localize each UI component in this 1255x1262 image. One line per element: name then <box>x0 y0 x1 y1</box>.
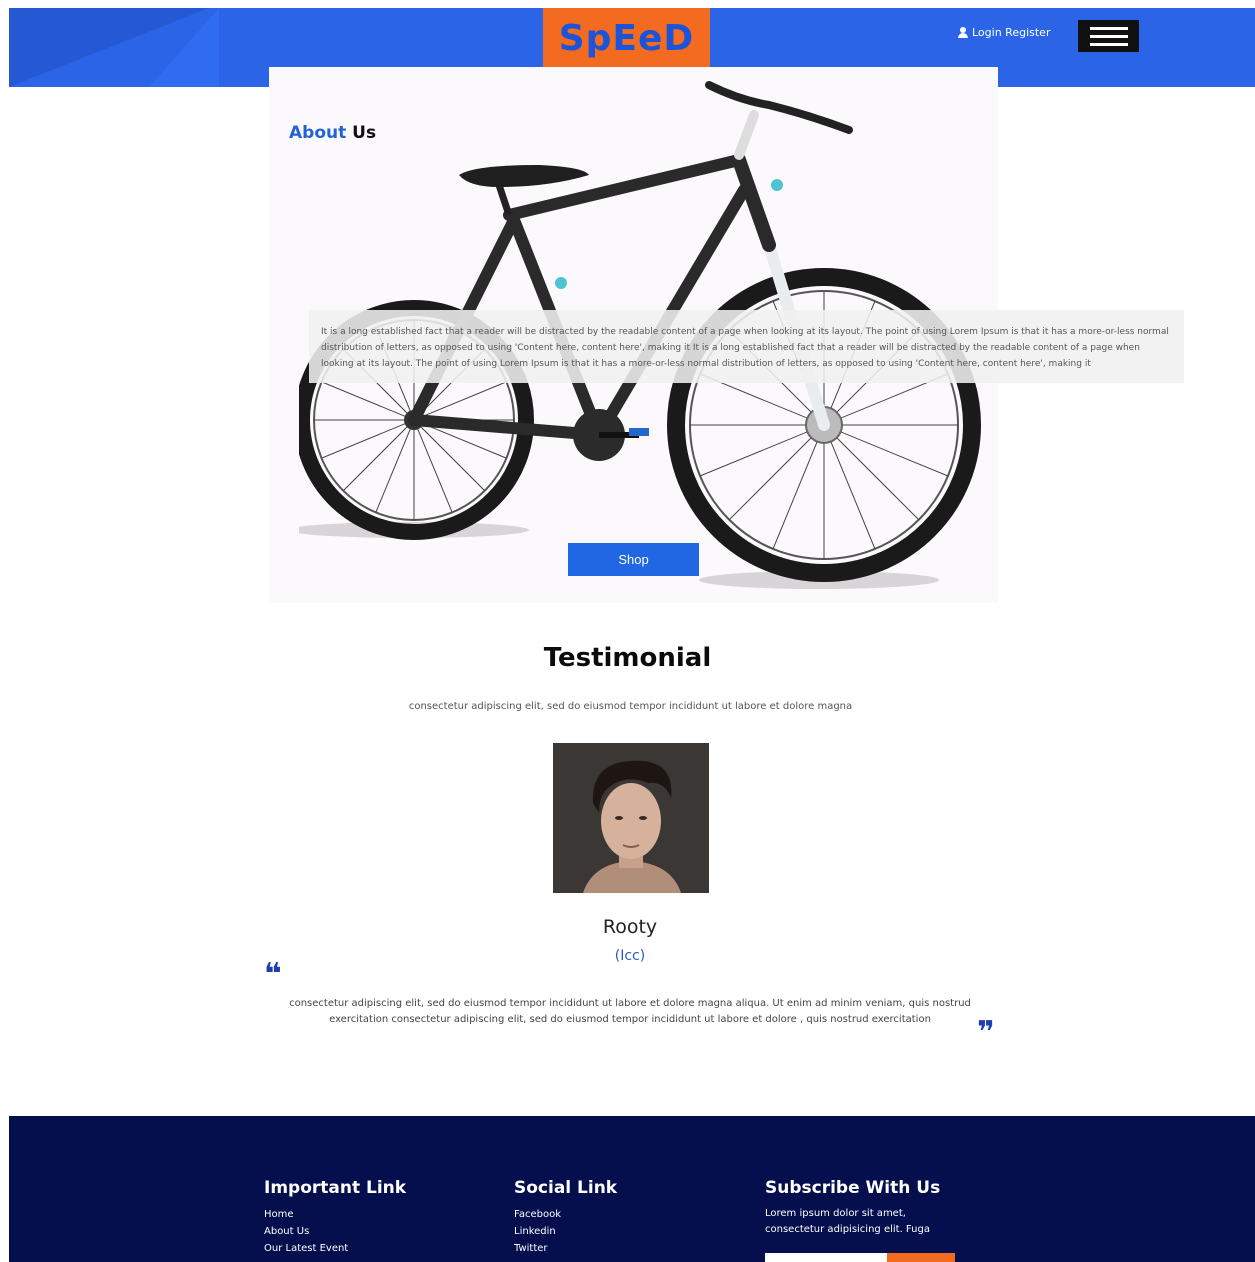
portrait-image <box>553 743 709 893</box>
footer-link-twitter[interactable]: Twitter <box>514 1240 617 1257</box>
quote-close-icon: ❞ <box>977 1015 995 1050</box>
footer-social-title: Social Link <box>514 1178 618 1198</box>
shop-button[interactable]: Shop <box>568 543 699 576</box>
about-description: It is a long established fact that a rea… <box>309 310 1184 383</box>
subscribe-email-input[interactable] <box>765 1253 887 1262</box>
footer-important-title: Important Link <box>264 1178 407 1198</box>
site-footer: Important Link Home About Us Our Latest … <box>9 1116 1255 1262</box>
login-register-link[interactable]: Login Register <box>958 26 1050 39</box>
logo[interactable]: SpEeD <box>543 8 710 68</box>
footer-subscribe: Subscribe With Us Lorem ipsum dolor sit … <box>765 1178 965 1238</box>
testimonial-body: consectetur adipiscing elit, sed do eius… <box>289 998 971 1025</box>
hamburger-icon <box>1089 34 1128 38</box>
testimonial-name: Rooty <box>602 916 658 938</box>
user-icon <box>958 27 968 38</box>
footer-social-links: Social Link Facebook Linkedin Twitter <box>514 1178 617 1257</box>
subscribe-button[interactable] <box>887 1253 955 1262</box>
hamburger-icon <box>1089 26 1128 30</box>
footer-link-event[interactable]: Our Latest Event <box>264 1240 406 1257</box>
footer-link-home[interactable]: Home <box>264 1206 406 1223</box>
quote-open-icon: ❝ <box>264 957 282 992</box>
logo-text: SpEeD <box>558 17 695 59</box>
testimonial-subtitle: consectetur adipiscing elit, sed do eius… <box>408 701 853 712</box>
about-section: About Us It is a long established fact t… <box>269 67 1184 603</box>
footer-subscribe-text: Lorem ipsum dolor sit amet, consectetur … <box>765 1208 930 1235</box>
testimonial-role: (Icc) <box>614 948 646 964</box>
hamburger-icon <box>1089 42 1128 46</box>
login-register-label: Login Register <box>972 26 1051 39</box>
footer-link-linkedin[interactable]: Linkedin <box>514 1223 617 1240</box>
footer-link-about[interactable]: About Us <box>264 1223 406 1240</box>
testimonial-title: Testimonial <box>543 643 712 673</box>
footer-link-facebook[interactable]: Facebook <box>514 1206 617 1223</box>
header-decor-shape <box>149 8 219 87</box>
avatar <box>553 743 709 893</box>
footer-important-links: Important Link Home About Us Our Latest … <box>264 1178 406 1257</box>
hamburger-menu-button[interactable] <box>1078 20 1139 52</box>
footer-subscribe-title: Subscribe With Us <box>765 1178 941 1198</box>
